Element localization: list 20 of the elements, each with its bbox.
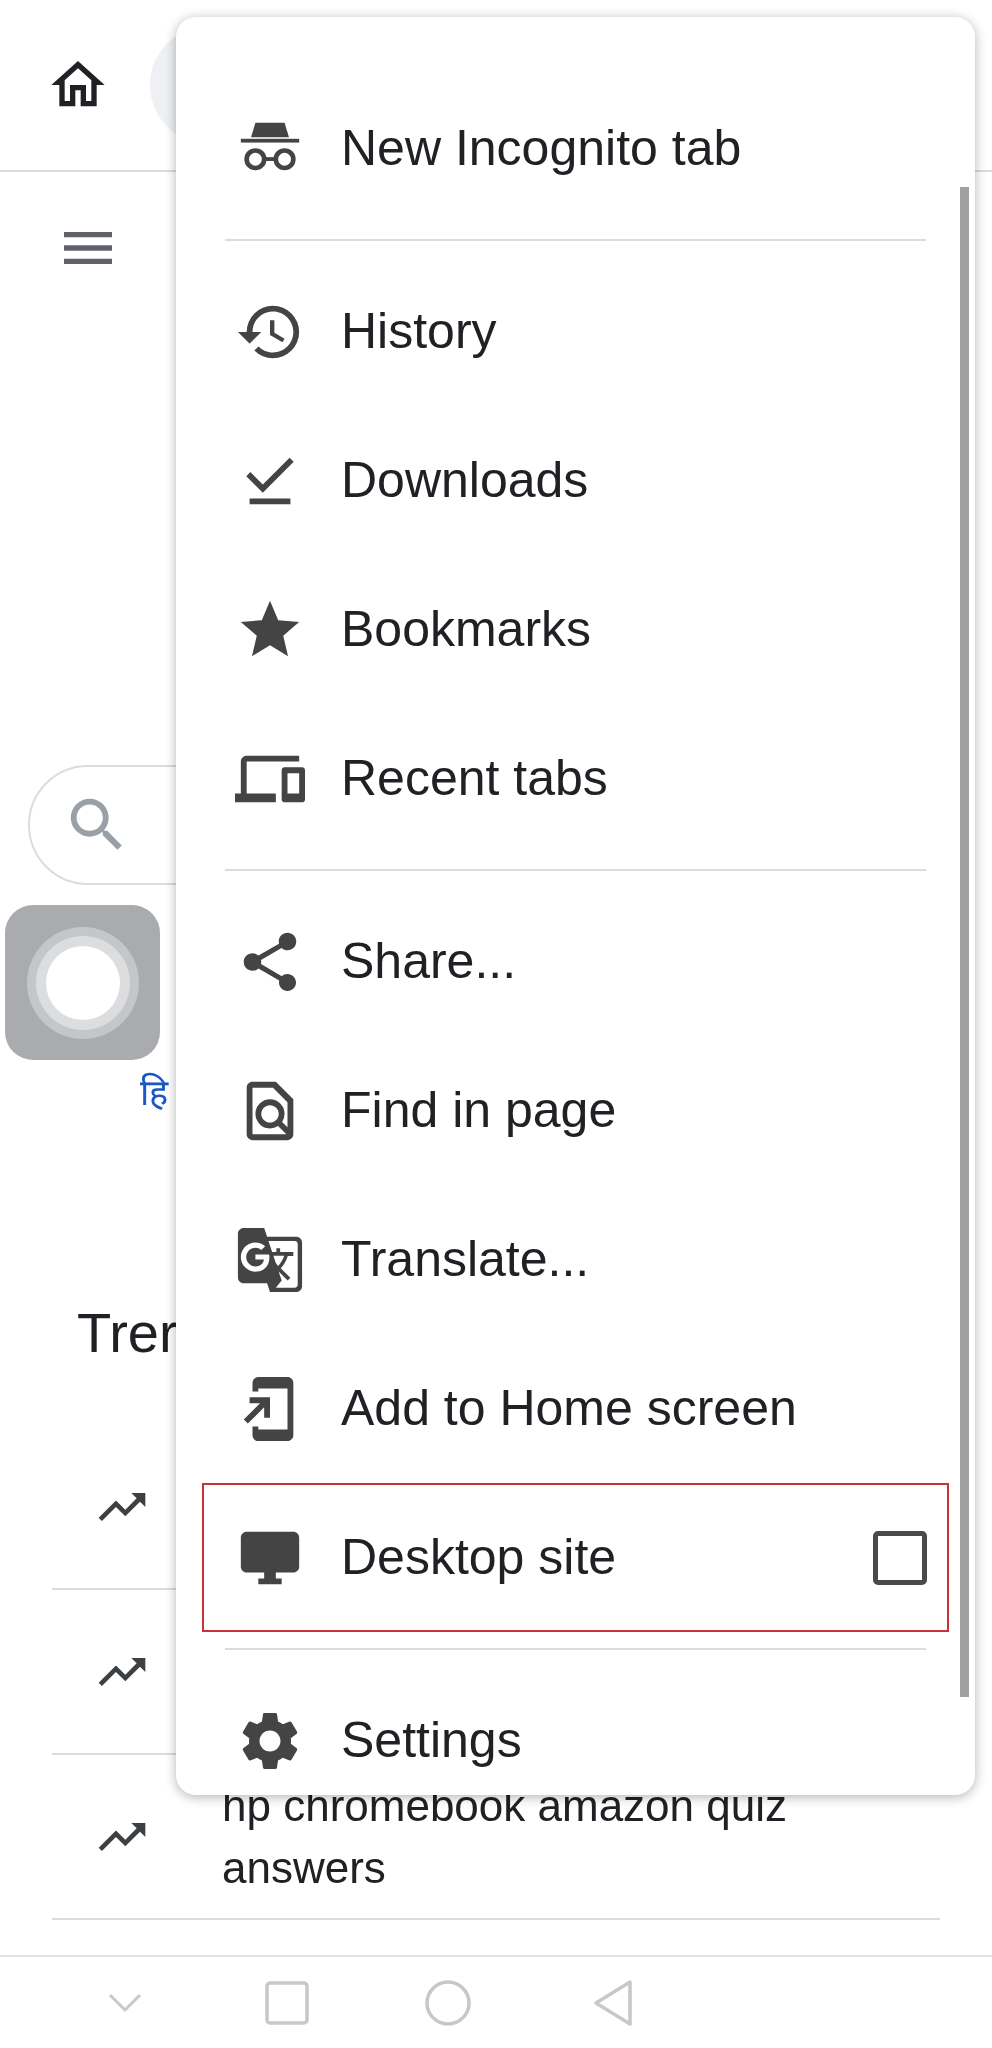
home-circle-icon[interactable] bbox=[424, 1978, 472, 2027]
section-heading: Trer bbox=[77, 1301, 178, 1364]
menu-item[interactable]: Downloads bbox=[202, 406, 949, 555]
scrollbar[interactable] bbox=[960, 187, 969, 1697]
menu-item[interactable]: Bookmarks bbox=[202, 555, 949, 704]
language-link[interactable]: हि bbox=[140, 1072, 168, 1113]
recent-apps-icon[interactable] bbox=[265, 1980, 309, 2025]
menu-item[interactable]: Find in page bbox=[202, 1036, 949, 1185]
chevron-down-icon[interactable] bbox=[107, 1991, 143, 2014]
menu-item[interactable]: Translate... bbox=[202, 1185, 949, 1334]
menu-item[interactable]: New Incognito tab bbox=[202, 74, 949, 223]
back-icon[interactable] bbox=[592, 1978, 634, 2027]
menu-item[interactable]: Share... bbox=[202, 887, 949, 1036]
menu-item[interactable]: Settings bbox=[202, 1666, 949, 1795]
menu-item[interactable]: Add to Home screen bbox=[202, 1334, 949, 1483]
app-tile[interactable] bbox=[5, 905, 160, 1060]
menu-item[interactable]: History bbox=[202, 257, 949, 406]
menu-item[interactable]: Recent tabs bbox=[202, 704, 949, 853]
checkbox[interactable] bbox=[873, 1530, 927, 1585]
menu-item[interactable]: Desktop site bbox=[202, 1483, 949, 1632]
